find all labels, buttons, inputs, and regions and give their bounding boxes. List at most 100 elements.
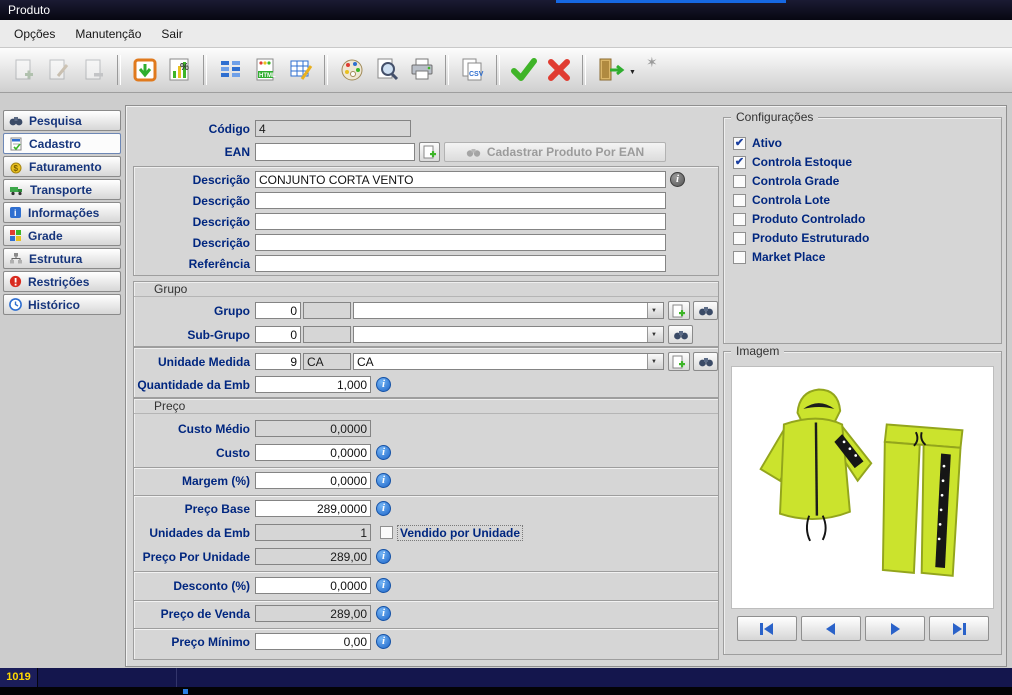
sidebar-item-transporte[interactable]: Transporte	[3, 179, 121, 200]
info-icon[interactable]	[376, 578, 391, 593]
preco-base-input[interactable]	[255, 500, 371, 517]
toolbar-separator	[496, 55, 500, 85]
descricao1-input[interactable]	[255, 171, 666, 188]
separator-line	[134, 600, 718, 602]
save-import-icon[interactable]	[127, 53, 162, 88]
sidebar-item-faturamento[interactable]: $ Faturamento	[3, 156, 121, 177]
checkbox-controla-estoque[interactable]: ✔	[733, 156, 746, 169]
palette-icon[interactable]	[334, 53, 369, 88]
csv-copy-icon[interactable]: CSV	[455, 53, 490, 88]
info-icon[interactable]	[376, 445, 391, 460]
unidade-num-input[interactable]	[255, 353, 301, 370]
column-list-icon[interactable]	[213, 53, 248, 88]
menu-manutencao[interactable]: Manutenção	[65, 23, 151, 45]
unidade-new-button[interactable]	[668, 352, 690, 371]
sidebar-item-label: Cadastro	[29, 137, 81, 151]
printer-icon[interactable]	[404, 53, 439, 88]
ean-input[interactable]	[255, 143, 415, 161]
grupo-new-button[interactable]	[668, 301, 690, 320]
descricao2-label: Descrição	[130, 193, 250, 209]
edit-record-icon[interactable]	[41, 53, 76, 88]
sidebar-item-cadastro[interactable]: Cadastro	[3, 133, 121, 154]
sidebar-item-informacoes[interactable]: i Informações	[3, 202, 121, 223]
referencia-input[interactable]	[255, 255, 666, 272]
ean-label: EAN	[130, 144, 250, 160]
sidebar-item-pesquisa[interactable]: Pesquisa	[3, 110, 121, 131]
checkbox-controla-grade[interactable]	[733, 175, 746, 188]
percent-report-icon[interactable]: %	[162, 53, 197, 88]
menu-opcoes[interactable]: Opções	[4, 23, 65, 45]
checkbox-produto-estruturado[interactable]	[733, 232, 746, 245]
grupo-label: Grupo	[130, 303, 250, 319]
image-last-button[interactable]	[929, 616, 989, 641]
ean-lookup-button[interactable]	[419, 142, 440, 162]
subgrupo-search-button[interactable]	[668, 325, 693, 344]
html-export-icon[interactable]: HTML	[248, 53, 283, 88]
preco-por-unidade-input	[255, 548, 371, 565]
descricao2-input[interactable]	[255, 192, 666, 209]
sidebar-item-label: Grade	[28, 229, 63, 243]
info-icon[interactable]	[376, 377, 391, 392]
confirm-icon[interactable]	[506, 53, 541, 88]
vendido-por-unidade-checkbox[interactable]	[380, 526, 393, 539]
separator-line	[134, 571, 718, 573]
sidebar-item-grade[interactable]: Grade	[3, 225, 121, 246]
sidebar-item-historico[interactable]: Histórico	[3, 294, 121, 315]
menu-sair[interactable]: Sair	[151, 23, 192, 45]
descricao3-input[interactable]	[255, 213, 666, 230]
new-record-icon[interactable]	[6, 53, 41, 88]
grupo-search-button[interactable]	[693, 301, 718, 320]
margem-input[interactable]	[255, 472, 371, 489]
money-icon: $	[9, 160, 23, 174]
preco-minimo-input[interactable]	[255, 633, 371, 650]
delete-record-icon[interactable]	[76, 53, 111, 88]
descricao-info-icon[interactable]	[670, 172, 685, 187]
sidebar-item-label: Transporte	[30, 183, 92, 197]
subgrupo-combo[interactable]	[353, 326, 664, 343]
unidade-combo[interactable]: CA	[353, 353, 664, 370]
qtd-emb-input[interactable]	[255, 376, 371, 393]
toolbar-separator	[582, 55, 586, 85]
descricao4-input[interactable]	[255, 234, 666, 251]
grupo-num-input[interactable]	[255, 302, 301, 319]
grid-edit-icon[interactable]	[283, 53, 318, 88]
info-icon[interactable]	[376, 501, 391, 516]
info-icon[interactable]	[376, 549, 391, 564]
grupo-combo[interactable]	[353, 302, 664, 319]
exit-icon[interactable]	[592, 53, 627, 88]
cancel-icon[interactable]	[541, 53, 576, 88]
checkbox-market-place[interactable]	[733, 251, 746, 264]
binoculars-icon	[698, 356, 714, 368]
image-previous-button[interactable]	[801, 616, 861, 641]
image-first-button[interactable]	[737, 616, 797, 641]
checkbox-ativo[interactable]: ✔	[733, 137, 746, 150]
menu-bar: Opções Manutenção Sair	[0, 20, 1012, 48]
preview-zoom-icon[interactable]	[369, 53, 404, 88]
descricao1-label: Descrição	[130, 172, 250, 188]
binoculars-icon	[9, 115, 23, 127]
sidebar-item-restricoes[interactable]: Restrições	[3, 271, 121, 292]
title-bar: Produto	[0, 0, 1012, 20]
toolbar-separator	[324, 55, 328, 85]
exit-dropdown-caret-icon[interactable]	[629, 63, 636, 77]
info-icon[interactable]	[376, 634, 391, 649]
subgrupo-num-input[interactable]	[255, 326, 301, 343]
image-next-button[interactable]	[865, 616, 925, 641]
dropdown-arrow-icon[interactable]	[647, 327, 663, 342]
unidade-search-button[interactable]	[693, 352, 718, 371]
checkbox-produto-controlado[interactable]	[733, 213, 746, 226]
dropdown-arrow-icon[interactable]	[647, 303, 663, 318]
imagem-title: Imagem	[731, 344, 784, 358]
sidebar-item-estrutura[interactable]: Estrutura	[3, 248, 121, 269]
info-icon[interactable]	[376, 606, 391, 621]
checkbox-controla-lote[interactable]	[733, 194, 746, 207]
desconto-input[interactable]	[255, 577, 371, 594]
referencia-label: Referência	[130, 256, 250, 272]
binoculars-icon	[466, 147, 481, 158]
custo-input[interactable]	[255, 444, 371, 461]
info-icon[interactable]	[376, 473, 391, 488]
dropdown-arrow-icon[interactable]	[647, 354, 663, 369]
bottom-strip	[0, 687, 1012, 695]
label-controla-lote: Controla Lote	[752, 193, 830, 207]
margem-label: Margem (%)	[130, 473, 250, 489]
